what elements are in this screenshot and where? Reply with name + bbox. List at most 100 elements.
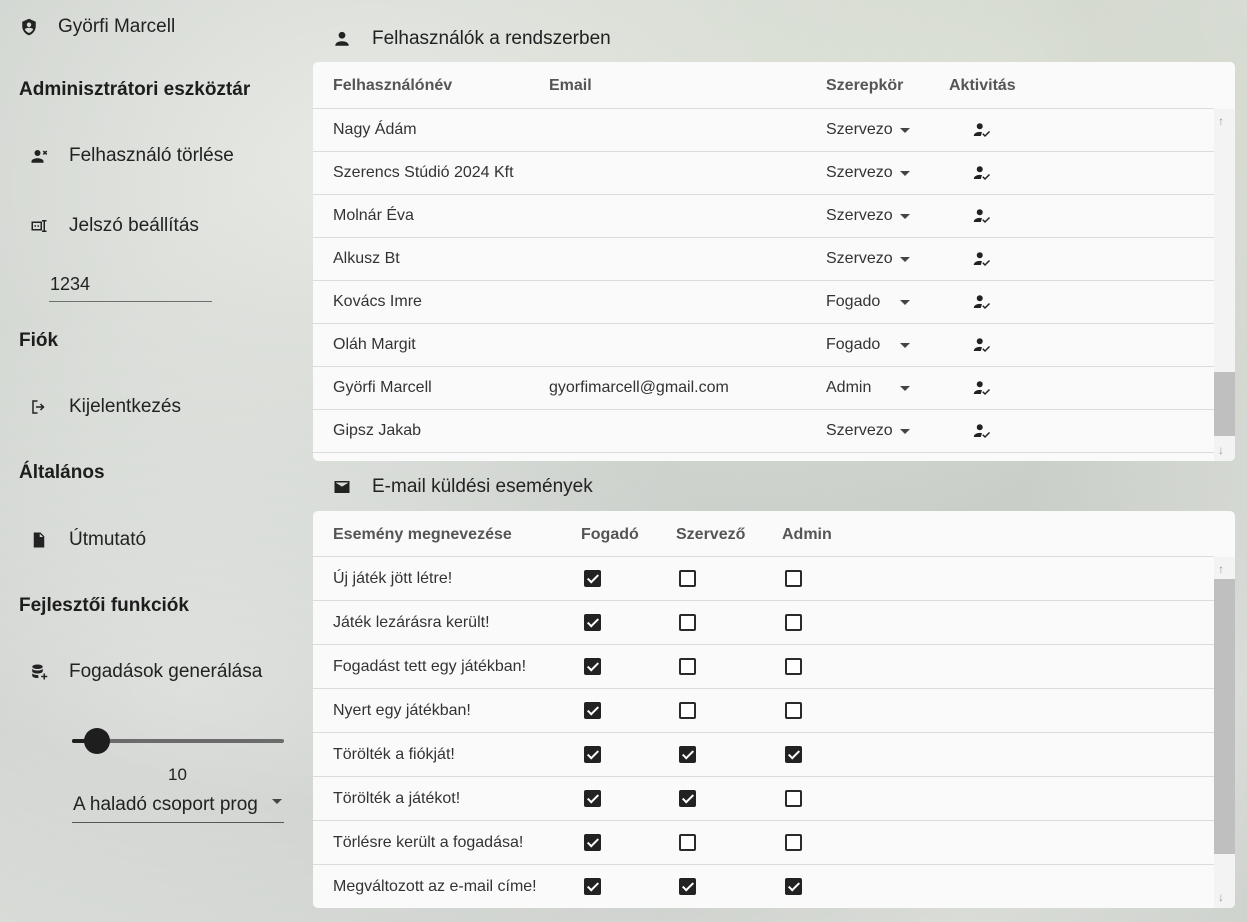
admin-checkbox[interactable] [785,790,802,807]
email-scroll-thumb[interactable] [1214,579,1235,854]
table-row[interactable]: Molnár Éva Szervezo [313,195,1214,238]
receiver-checkbox[interactable] [584,834,601,851]
role-select[interactable]: Szervezo [826,207,893,225]
receiver-checkbox[interactable] [584,702,601,719]
bet-count-slider[interactable] [72,728,284,756]
chevron-down-icon[interactable] [900,300,910,305]
col-activity[interactable]: Aktivitás [949,77,1016,95]
slider-value: 10 [168,765,187,784]
receiver-checkbox[interactable] [584,878,601,895]
delete-user-button[interactable]: Felhasználó törlése [30,145,234,167]
receiver-checkbox[interactable] [584,790,601,807]
email-cell: gyorfimarcell@gmail.com [549,379,729,396]
receiver-checkbox[interactable] [584,746,601,763]
table-row[interactable]: Györfi Marcell gyorfimarcell@gmail.com Adm… [313,367,1214,410]
password-field[interactable] [49,270,212,302]
receiver-checkbox[interactable] [584,570,601,587]
group-select[interactable]: A haladó csoport prog [72,790,284,823]
event-name-cell: Törölték a fiókját! [333,746,455,763]
generate-bets-button[interactable]: Fogadások generálása [30,661,262,683]
role-select[interactable]: Szervezo [826,250,893,268]
admin-checkbox[interactable] [785,658,802,675]
table-row[interactable]: Gipsz Jakab Szervezo [313,410,1214,453]
mail-icon [334,481,350,493]
col-receiver[interactable]: Fogadó [581,526,639,544]
role-select[interactable]: Szervezo [826,121,893,139]
table-row: Törlésre került a fogadása! [313,821,1214,865]
chevron-down-icon[interactable] [900,171,910,176]
admin-checkbox[interactable] [785,834,802,851]
user-check-icon[interactable] [973,293,991,311]
chevron-down-icon[interactable] [900,257,910,262]
user-check-icon[interactable] [973,422,991,440]
user-check-icon[interactable] [973,250,991,268]
chevron-down-icon[interactable] [900,343,910,348]
organizer-checkbox[interactable] [679,834,696,851]
table-row: Nyert egy játékban! [313,689,1214,733]
role-select[interactable]: Admin [826,379,871,397]
col-event-name[interactable]: Esemény megnevezése [333,526,512,544]
role-select[interactable]: Fogado [826,336,880,354]
receiver-checkbox[interactable] [584,614,601,631]
person-icon [335,31,349,46]
scroll-down-icon[interactable]: ↓ [1218,891,1224,903]
user-check-icon[interactable] [973,121,991,139]
organizer-checkbox[interactable] [679,658,696,675]
chevron-down-icon[interactable] [900,386,910,391]
table-row[interactable]: Alkusz Bt Szervezo [313,238,1214,281]
users-panel-title: Felhasználók a rendszerben [372,28,611,49]
role-select[interactable]: Szervezo [826,422,893,440]
admin-checkbox[interactable] [785,570,802,587]
admin-checkbox[interactable] [785,878,802,895]
col-email[interactable]: Email [549,77,592,95]
col-username[interactable]: Felhasználónév [333,77,452,95]
admin-checkbox[interactable] [785,614,802,631]
user-check-icon[interactable] [973,379,991,397]
table-row[interactable]: Oláh Margit Fogado [313,324,1214,367]
scroll-down-icon[interactable]: ↓ [1218,444,1224,456]
role-select[interactable]: Fogado [826,293,880,311]
password-set-label: Jelszó beállítás [69,215,199,236]
username-cell: Gipsz Jakab [333,422,422,439]
col-admin[interactable]: Admin [782,526,832,544]
table-row[interactable]: Kovács Imre Fogado [313,281,1214,324]
scroll-up-icon[interactable]: ↑ [1218,563,1224,575]
organizer-checkbox[interactable] [679,570,696,587]
remove-user-icon [31,150,48,163]
chevron-down-icon[interactable] [900,429,910,434]
col-role[interactable]: Szerepkör [826,77,903,95]
password-input[interactable] [49,270,212,295]
email-scrollbar[interactable]: ↑ ↓ [1214,557,1235,908]
logout-icon [32,400,45,414]
admin-checkbox[interactable] [785,702,802,719]
users-scroll-thumb[interactable] [1214,372,1235,436]
organizer-checkbox[interactable] [679,702,696,719]
guide-button[interactable]: Útmutató [30,529,146,551]
admin-checkbox[interactable] [785,746,802,763]
user-check-icon[interactable] [973,164,991,182]
chevron-down-icon[interactable] [900,214,910,219]
database-add-icon [32,664,48,680]
organizer-checkbox[interactable] [679,614,696,631]
table-row[interactable]: Nagy Ádám Szervezo [313,109,1214,152]
guide-label: Útmutató [69,529,147,550]
users-scrollbar[interactable]: ↑ ↓ [1214,109,1235,461]
password-set-button[interactable]: Jelszó beállítás [30,215,199,237]
table-row: Megváltozott az e-mail címe! [313,865,1214,908]
table-row[interactable]: Szerencs Stúdió 2024 Kft Szervezo [313,152,1214,195]
username-cell: Nagy Ádám [333,121,417,138]
slider-thumb[interactable] [84,728,111,754]
group-select-value: A haladó csoport prog [73,794,258,815]
col-organizer[interactable]: Szervező [676,526,745,544]
chevron-down-icon[interactable] [900,128,910,133]
organizer-checkbox[interactable] [679,746,696,763]
receiver-checkbox[interactable] [584,658,601,675]
organizer-checkbox[interactable] [679,878,696,895]
role-select[interactable]: Szervezo [826,164,893,182]
user-check-icon[interactable] [973,336,991,354]
event-name-cell: Új játék jött létre! [333,570,453,587]
logout-button[interactable]: Kijelentkezés [30,396,181,418]
organizer-checkbox[interactable] [679,790,696,807]
scroll-up-icon[interactable]: ↑ [1218,115,1224,127]
user-check-icon[interactable] [973,207,991,225]
